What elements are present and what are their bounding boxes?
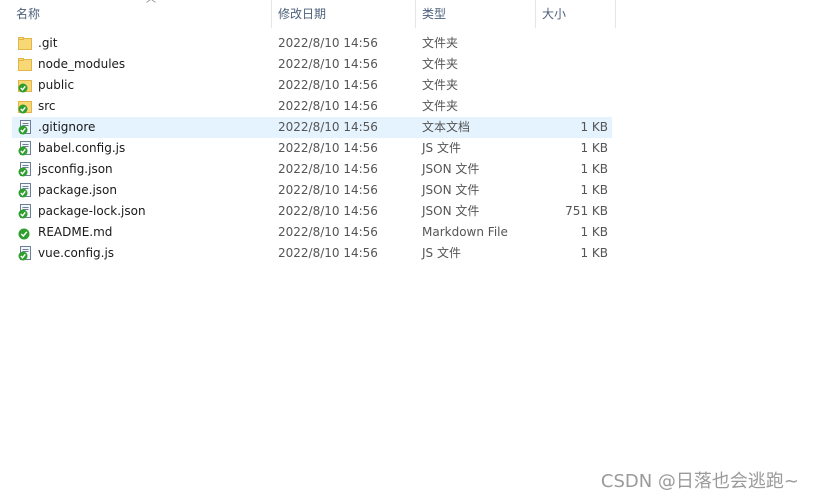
- file-name: vue.config.js: [38, 246, 115, 260]
- document-check-icon: [18, 162, 32, 177]
- file-size: 1 KB: [580, 120, 608, 134]
- folder-check-icon: [18, 99, 32, 114]
- file-type: JSON 文件: [422, 162, 480, 176]
- file-type: JS 文件: [422, 246, 461, 260]
- file-size: 1 KB: [580, 246, 608, 260]
- file-name: package.json: [38, 183, 118, 197]
- folder-icon: [18, 36, 32, 51]
- folder-check-icon: [18, 78, 32, 93]
- file-row[interactable]: .gitignore 2022/8/10 14:56 文本文档 1 KB: [12, 117, 612, 138]
- file-modified: 2022/8/10 14:56: [278, 57, 378, 71]
- file-name: src: [38, 99, 56, 113]
- check-badge-icon: [18, 225, 32, 240]
- file-row[interactable]: babel.config.js 2022/8/10 14:56 JS 文件 1 KB: [12, 138, 612, 159]
- file-type: JSON 文件: [422, 183, 480, 197]
- file-type: 文件夹: [422, 57, 459, 71]
- column-header-type[interactable]: 类型: [416, 0, 536, 28]
- file-modified: 2022/8/10 14:56: [278, 204, 378, 218]
- file-name: public: [38, 78, 75, 92]
- file-size: 751 KB: [565, 204, 608, 218]
- document-check-icon: [18, 204, 32, 219]
- file-size: 1 KB: [580, 162, 608, 176]
- file-type: 文件夹: [422, 78, 459, 92]
- column-header-modified-label: 修改日期: [278, 7, 327, 21]
- column-header-size[interactable]: 大小: [536, 0, 616, 28]
- column-header-size-label: 大小: [542, 7, 567, 21]
- file-modified: 2022/8/10 14:56: [278, 99, 378, 113]
- file-row[interactable]: jsconfig.json 2022/8/10 14:56 JSON 文件 1 KB: [12, 159, 612, 180]
- file-row[interactable]: .git 2022/8/10 14:56 文件夹: [12, 33, 612, 54]
- document-check-icon: [18, 141, 32, 156]
- file-type: 文件夹: [422, 36, 459, 50]
- file-row[interactable]: src 2022/8/10 14:56 文件夹: [12, 96, 612, 117]
- file-row[interactable]: README.md 2022/8/10 14:56 Markdown File 1 K…: [12, 222, 612, 243]
- sort-ascending-icon: ︿: [146, 0, 156, 6]
- file-name: package-lock.json: [38, 204, 146, 218]
- file-type: 文件夹: [422, 99, 459, 113]
- file-modified: 2022/8/10 14:56: [278, 225, 378, 239]
- file-row[interactable]: vue.config.js 2022/8/10 14:56 JS 文件 1 KB: [12, 243, 612, 264]
- file-type: JS 文件: [422, 141, 461, 155]
- document-check-icon: [18, 183, 32, 198]
- document-check-icon: [18, 246, 32, 261]
- file-size: 1 KB: [580, 225, 608, 239]
- file-modified: 2022/8/10 14:56: [278, 183, 378, 197]
- watermark: CSDN @日落也会逃跑~: [600, 471, 799, 492]
- file-type: 文本文档: [422, 120, 471, 134]
- file-name: jsconfig.json: [38, 162, 113, 176]
- file-type: JSON 文件: [422, 204, 480, 218]
- file-row[interactable]: package-lock.json 2022/8/10 14:56 JSON 文件 7…: [12, 201, 612, 222]
- file-row[interactable]: public 2022/8/10 14:56 文件夹: [12, 75, 612, 96]
- file-name: .git: [38, 36, 58, 50]
- file-row[interactable]: node_modules 2022/8/10 14:56 文件夹: [12, 54, 612, 75]
- folder-icon: [18, 57, 32, 72]
- file-type: Markdown File: [422, 225, 508, 239]
- file-size: 1 KB: [580, 183, 608, 197]
- file-name: babel.config.js: [38, 141, 126, 155]
- file-modified: 2022/8/10 14:56: [278, 141, 378, 155]
- file-name: .gitignore: [38, 120, 96, 134]
- file-modified: 2022/8/10 14:56: [278, 36, 378, 50]
- file-modified: 2022/8/10 14:56: [278, 246, 378, 260]
- document-check-icon: [18, 120, 32, 135]
- file-size: 1 KB: [580, 141, 608, 155]
- file-modified: 2022/8/10 14:56: [278, 162, 378, 176]
- file-modified: 2022/8/10 14:56: [278, 78, 378, 92]
- column-header-name[interactable]: 名称 ︿: [10, 0, 272, 28]
- column-header-modified[interactable]: 修改日期: [272, 0, 416, 28]
- column-header-type-label: 类型: [422, 7, 447, 21]
- file-row[interactable]: package.json 2022/8/10 14:56 JSON 文件 1 KB: [12, 180, 612, 201]
- file-name: node_modules: [38, 57, 126, 71]
- column-header-bar: 名称 ︿ 修改日期 类型 大小: [0, 0, 616, 28]
- file-explorer: 名称 ︿ 修改日期 类型 大小 .git2022/8/10 14:56文件夹no…: [0, 0, 813, 501]
- file-modified: 2022/8/10 14:56: [278, 120, 378, 134]
- column-header-name-label: 名称: [16, 7, 41, 21]
- file-name: README.md: [38, 225, 113, 239]
